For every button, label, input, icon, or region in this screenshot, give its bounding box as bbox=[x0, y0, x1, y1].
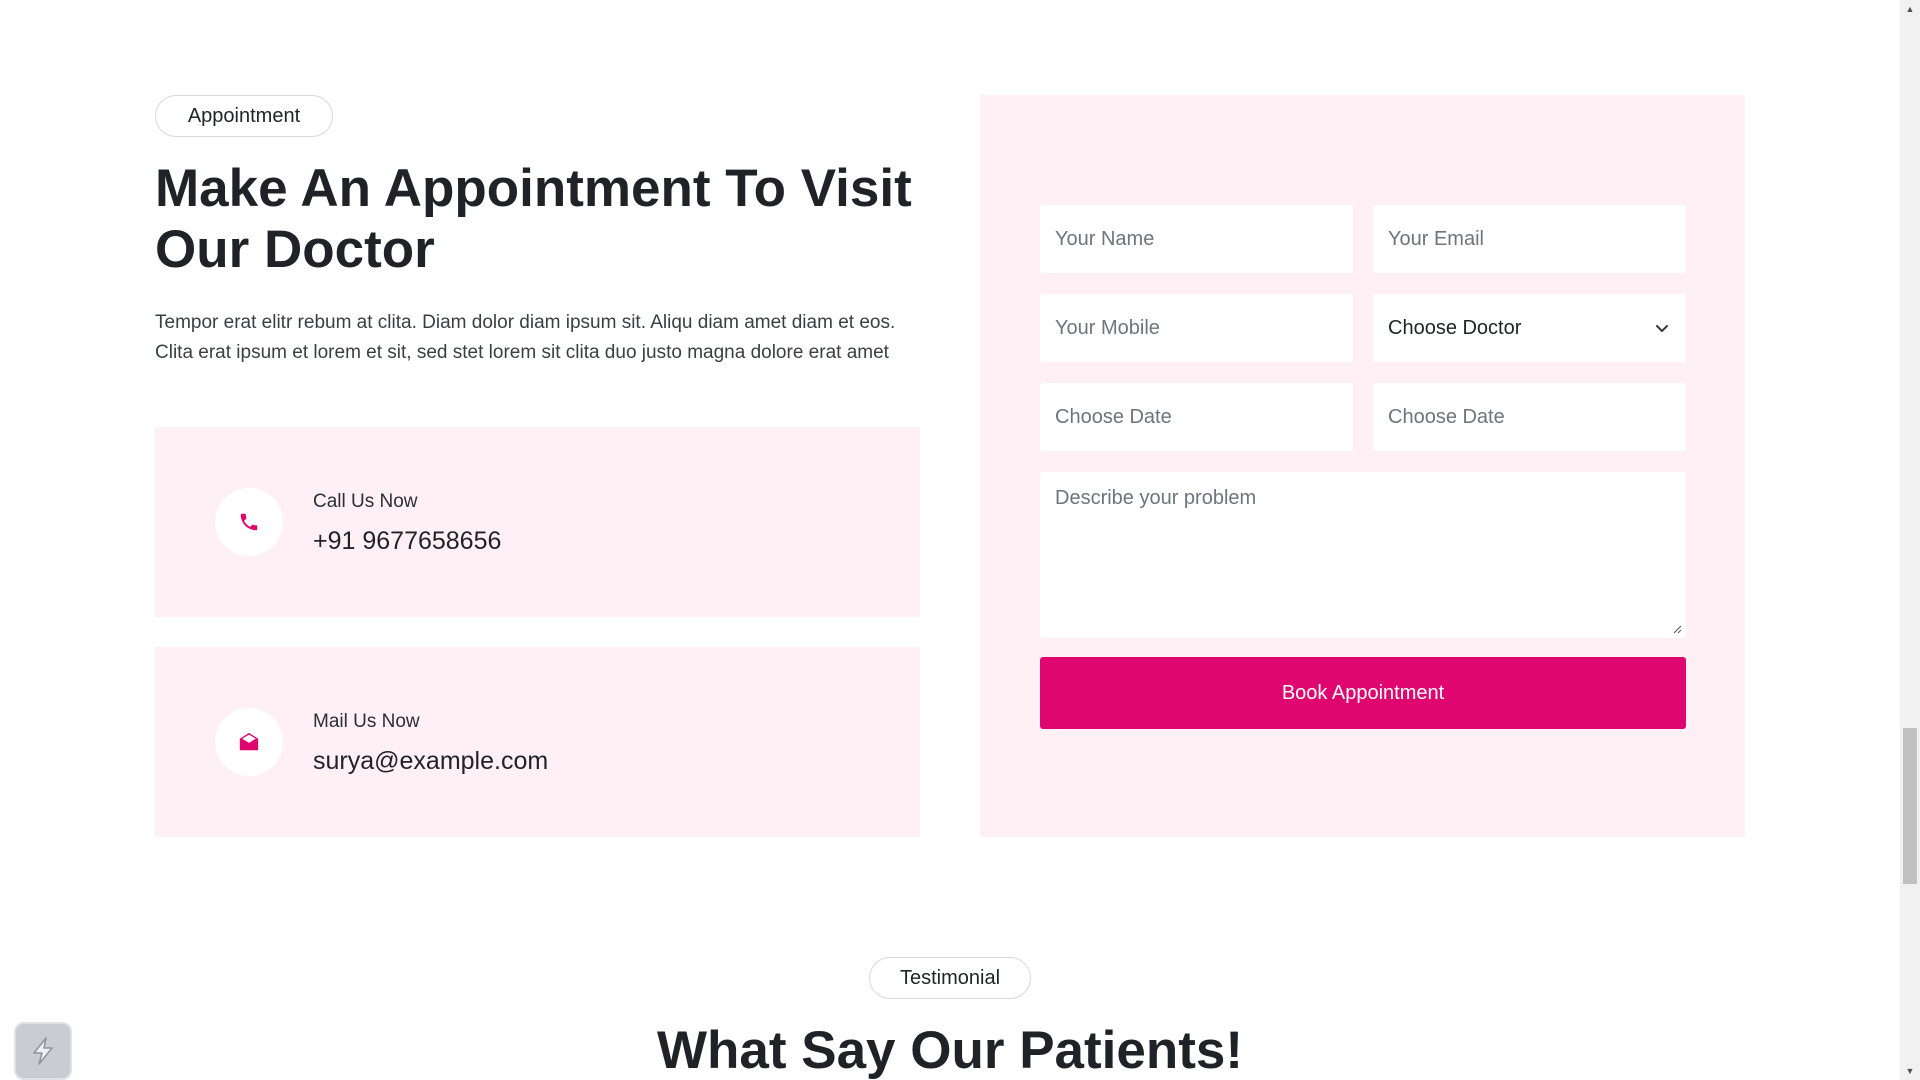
scroll-down-icon[interactable]: ▼ bbox=[1900, 1062, 1920, 1080]
phone-number[interactable]: +91 9677658656 bbox=[313, 527, 501, 556]
problem-textarea[interactable] bbox=[1040, 472, 1686, 638]
page: Appointment Make An Appointment To Visit… bbox=[0, 0, 1900, 1080]
floating-widget-button[interactable] bbox=[14, 1022, 72, 1080]
scrollbar-thumb[interactable] bbox=[1903, 728, 1917, 884]
date-input[interactable] bbox=[1040, 383, 1353, 451]
scroll-up-icon[interactable]: ▲ bbox=[1900, 0, 1920, 18]
phone-icon bbox=[215, 488, 283, 556]
lightning-icon bbox=[33, 1037, 53, 1065]
testimonial-pill: Testimonial bbox=[869, 957, 1031, 999]
appointment-pill: Appointment bbox=[155, 95, 333, 137]
chevron-down-icon bbox=[1653, 319, 1671, 337]
mail-label: Mail Us Now bbox=[313, 711, 420, 732]
envelope-open-icon bbox=[215, 708, 283, 776]
mail-card: Mail Us Now surya@example.com bbox=[155, 647, 920, 837]
appointment-form: Choose Doctor Book Appointment bbox=[980, 95, 1745, 837]
vertical-scrollbar[interactable]: ▲ ▼ bbox=[1900, 0, 1920, 1080]
testimonial-title: What Say Our Patients! bbox=[656, 1021, 1244, 1080]
call-card: Call Us Now +91 9677658656 bbox=[155, 427, 920, 617]
time-input[interactable] bbox=[1373, 383, 1686, 451]
mobile-input[interactable] bbox=[1040, 294, 1353, 362]
resize-grip-icon[interactable] bbox=[1672, 624, 1682, 634]
email-address[interactable]: surya@example.com bbox=[313, 747, 548, 776]
problem-wrapper bbox=[1040, 472, 1686, 638]
call-label: Call Us Now bbox=[313, 491, 418, 512]
testimonial-pill-label: Testimonial bbox=[899, 966, 1001, 989]
book-appointment-button[interactable]: Book Appointment bbox=[1040, 657, 1686, 729]
doctor-select[interactable]: Choose Doctor bbox=[1373, 294, 1686, 362]
doctor-select-value: Choose Doctor bbox=[1388, 316, 1522, 339]
appointment-pill-label: Appointment bbox=[187, 104, 301, 127]
name-input[interactable] bbox=[1040, 205, 1353, 273]
appointment-description: Tempor erat elitr rebum at clita. Diam d… bbox=[155, 312, 896, 363]
appointment-title: Make An Appointment To Visit Our Doctor bbox=[155, 159, 912, 279]
email-input[interactable] bbox=[1373, 205, 1686, 273]
